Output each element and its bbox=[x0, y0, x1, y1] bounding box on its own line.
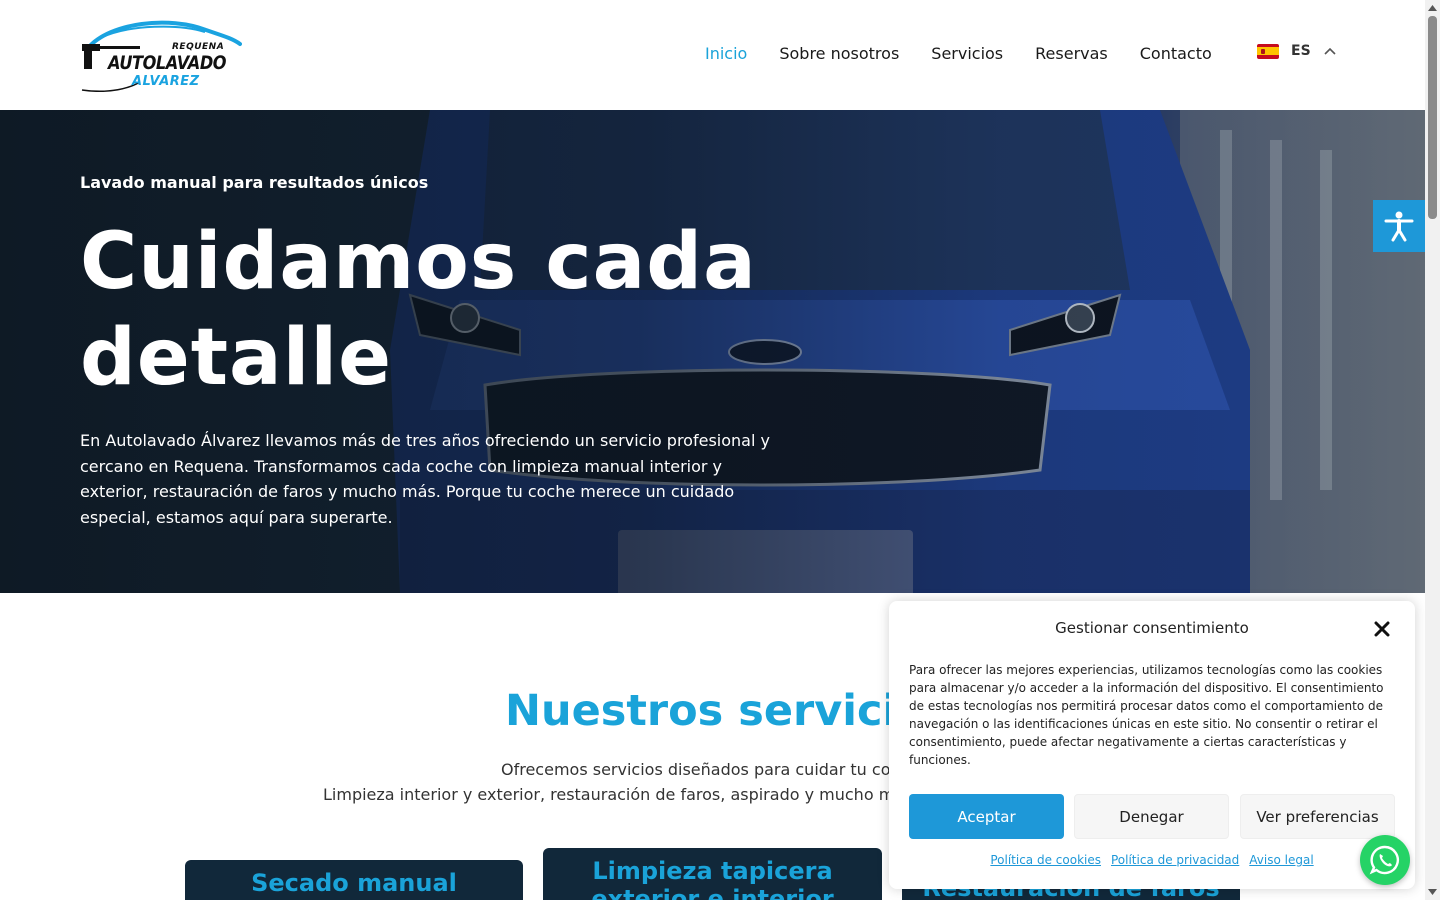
preferences-button[interactable]: Ver preferencias bbox=[1240, 794, 1395, 839]
site-logo[interactable]: REQUENA AUTOLAVADO ALVAREZ bbox=[80, 18, 242, 93]
services-description-line1: Ofrecemos servicios diseñados para cuida… bbox=[501, 760, 891, 779]
hero-title: Cuidamos cada detalle bbox=[80, 217, 757, 403]
hero-kicker: Lavado manual para resultados únicos bbox=[80, 173, 429, 192]
legal-notice-link[interactable]: Aviso legal bbox=[1249, 853, 1313, 867]
service-card-title: Secado manual bbox=[251, 869, 457, 897]
nav-item-servicios[interactable]: Servicios bbox=[931, 44, 1003, 63]
deny-button[interactable]: Denegar bbox=[1074, 794, 1229, 839]
services-description-line2: Limpieza interior y exterior, restauraci… bbox=[323, 785, 895, 804]
nav-item-sobre-nosotros[interactable]: Sobre nosotros bbox=[779, 44, 899, 63]
accessibility-button[interactable] bbox=[1373, 200, 1425, 252]
hero-description: En Autolavado Álvarez llevamos más de tr… bbox=[80, 431, 770, 527]
nav-item-contacto[interactable]: Contacto bbox=[1140, 44, 1212, 63]
consent-links: Política de cookies Política de privacid… bbox=[889, 853, 1415, 867]
language-code: ES bbox=[1291, 43, 1311, 59]
cookie-policy-link[interactable]: Política de cookies bbox=[990, 853, 1101, 867]
language-switcher[interactable]: ES bbox=[1257, 43, 1337, 59]
cookie-consent-dialog: Gestionar consentimiento Para ofrecer la… bbox=[889, 601, 1415, 889]
scrollbar-thumb[interactable] bbox=[1428, 16, 1437, 219]
site-header: REQUENA AUTOLAVADO ALVAREZ Inicio Sobre … bbox=[0, 0, 1425, 110]
chevron-up-icon bbox=[1324, 47, 1336, 55]
spain-flag-icon bbox=[1257, 43, 1279, 59]
page-scrollbar[interactable] bbox=[1425, 0, 1440, 900]
service-card-secado[interactable]: Secado manual bbox=[185, 860, 523, 900]
logo-text-sub: ALVAREZ bbox=[132, 74, 200, 89]
services-title: Nuestros servicio bbox=[505, 686, 927, 736]
service-card-tapiceria[interactable]: Limpieza tapicera exterior e interior bbox=[543, 848, 882, 900]
consent-title: Gestionar consentimiento bbox=[1055, 619, 1249, 637]
hero-section: Lavado manual para resultados únicos Cui… bbox=[0, 110, 1425, 593]
logo-text-small: REQUENA bbox=[172, 42, 225, 52]
privacy-policy-link[interactable]: Política de privacidad bbox=[1111, 853, 1239, 867]
whatsapp-button[interactable] bbox=[1360, 835, 1410, 885]
logo-text-main: AUTOLAVADO bbox=[108, 52, 227, 74]
consent-body: Para ofrecer las mejores experiencias, u… bbox=[909, 663, 1384, 767]
nav-item-inicio[interactable]: Inicio bbox=[705, 44, 747, 63]
close-icon[interactable] bbox=[1374, 621, 1390, 637]
service-card-title: Limpieza tapicera exterior e interior bbox=[591, 857, 834, 900]
scroll-up-arrow-icon[interactable] bbox=[1428, 5, 1437, 11]
accessibility-icon bbox=[1384, 211, 1414, 242]
nav-item-reservas[interactable]: Reservas bbox=[1035, 44, 1108, 63]
scroll-down-arrow-icon[interactable] bbox=[1428, 889, 1437, 895]
accept-button[interactable]: Aceptar bbox=[909, 794, 1064, 839]
whatsapp-icon bbox=[1369, 845, 1399, 875]
main-nav: Inicio Sobre nosotros Servicios Reservas… bbox=[705, 44, 1212, 63]
